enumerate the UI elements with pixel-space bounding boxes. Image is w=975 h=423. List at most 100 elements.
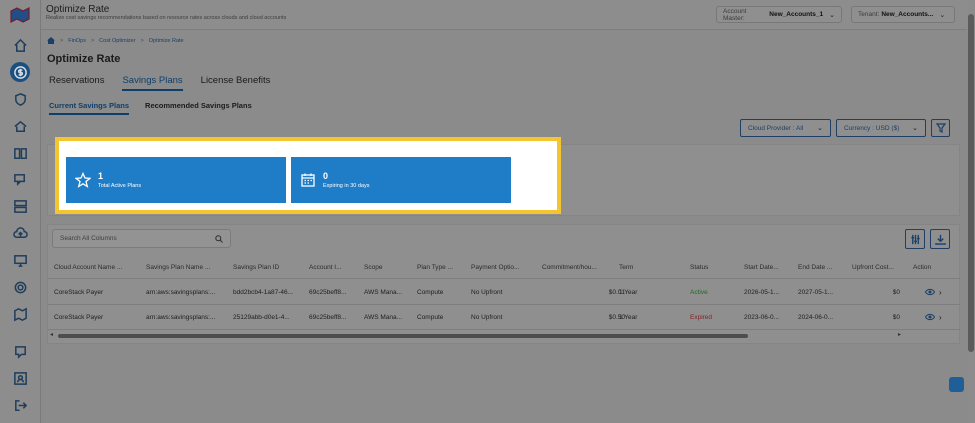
vertical-scrollbar[interactable] [967,0,975,423]
cloud-house-icon[interactable] [11,117,29,135]
cell-start-date: 2026-05-1... [744,289,780,296]
col-action: Action [913,264,932,271]
sidebar [0,0,41,423]
map-icon[interactable] [11,305,29,323]
home-icon[interactable] [11,36,29,54]
cell-savings-plan-name: arn:aws:savingsplans:... [146,289,216,296]
shield-icon[interactable] [11,90,29,108]
tenant-value: New_Accounts... [881,11,934,18]
calendar-icon [300,172,316,188]
column-settings-button[interactable] [905,229,925,249]
cell-account-id: 69c25beff8... [309,314,347,321]
download-button[interactable] [930,229,950,249]
expiring-label: Expiring in 30 days [323,183,370,189]
expiring-card[interactable]: 0 Expiring in 30 days [291,157,511,203]
cell-term: 1 Year [619,314,638,321]
col-account-id[interactable]: Account I... [309,264,342,271]
user-icon[interactable] [11,369,29,387]
cell-status: Expired [690,314,713,321]
chat-icon[interactable] [11,170,29,188]
currency-filter[interactable]: Currency : USD ($) ⌄ [836,119,926,137]
expiring-value: 0 [323,171,329,181]
download-icon [934,234,946,245]
table-header: Cloud Account Name ... Savings Plan Name… [47,257,960,279]
col-term[interactable]: Term [619,264,633,271]
account-master-selector[interactable]: Account Master: New_Accounts_1 ⌄ [716,6,842,23]
message-icon[interactable] [11,342,29,360]
chat-widget-icon[interactable] [949,377,964,392]
subtab-recommended-savings-plans[interactable]: Recommended Savings Plans [145,101,252,115]
total-active-plans-card[interactable]: 1 Total Active Plans [66,157,286,203]
chevron-right-icon[interactable]: › [939,288,942,297]
cloud-provider-filter[interactable]: Cloud Provider : All ⌄ [740,119,831,137]
tab-reservations[interactable]: Reservations [49,75,104,91]
main-tabs: Reservations Savings Plans License Benef… [49,75,270,91]
horizontal-scroll-thumb[interactable] [58,334,748,338]
chevron-down-icon: ⌄ [912,125,918,132]
account-master-label: Account Master: [723,7,747,22]
subtab-current-savings-plans[interactable]: Current Savings Plans [49,101,130,115]
cell-scope: AWS Mana... [364,289,403,296]
book-icon[interactable] [11,144,29,162]
cell-plan-type: Compute [417,289,444,296]
tab-savings-plans[interactable]: Savings Plans [122,75,183,91]
table-row[interactable]: CoreStack Payer arn:aws:savingsplans:...… [47,280,960,305]
dollar-icon[interactable] [10,62,30,82]
star-icon [74,171,92,188]
app-logo[interactable] [9,7,31,23]
cell-plan-type: Compute [417,314,444,321]
scroll-right-icon[interactable]: ▸ [898,331,901,338]
chevron-right-icon[interactable]: › [939,313,942,322]
col-start-date[interactable]: Start Date... [744,264,779,271]
tenant-selector[interactable]: Tenant: New_Accounts... ⌄ [851,6,955,23]
account-master-value: New_Accounts_1 [769,11,824,18]
cell-end-date: 2027-05-1... [798,289,834,296]
cell-payment-option: No Upfront [471,314,503,321]
cloud-provider-label: Cloud Provider : All [748,124,804,132]
vertical-scroll-thumb[interactable] [968,14,974,352]
funnel-icon [935,123,946,133]
col-plan-type[interactable]: Plan Type ... [417,264,453,271]
app-title: Optimize Rate [46,4,110,15]
gear-icon[interactable] [11,278,29,296]
search-icon [215,234,223,243]
col-end-date[interactable]: End Date ... [798,264,832,271]
cell-term: 1 Year [619,289,638,296]
app-subtitle: Realize cost savings recommendations bas… [46,15,287,21]
tab-license-benefits[interactable]: License Benefits [201,75,271,91]
eye-icon[interactable] [925,313,935,321]
server-icon[interactable] [11,197,29,215]
breadcrumb-optimize-rate[interactable]: Optimize Rate [149,38,184,44]
search-input[interactable]: Search All Columns [52,229,231,248]
breadcrumb-finops[interactable]: FinOps [68,38,86,44]
cell-status: Active [690,289,708,296]
eye-icon[interactable] [925,288,935,296]
breadcrumb-cost-optimizer[interactable]: Cost Optimizer [99,38,135,44]
home-icon[interactable] [47,37,55,44]
col-commitment[interactable]: Commitment/hou... [542,264,597,271]
col-status[interactable]: Status [690,264,708,271]
chevron-down-icon: ⌄ [817,125,823,132]
cell-account-id: 69c25beff8... [309,289,347,296]
filter-button[interactable] [931,119,950,137]
chevron-down-icon: ⌄ [939,11,946,19]
col-savings-plan-id[interactable]: Savings Plan ID [233,264,279,271]
logout-icon[interactable] [11,396,29,414]
col-scope[interactable]: Scope [364,264,382,271]
cell-savings-plan-name: arn:aws:savingsplans:... [146,314,216,321]
cloud-upload-icon[interactable] [11,224,29,242]
col-savings-plan-name[interactable]: Savings Plan Name ... [146,264,210,271]
table-row[interactable]: CoreStack Payer arn:aws:savingsplans:...… [47,305,960,330]
cell-scope: AWS Mana... [364,314,403,321]
breadcrumb: > FinOps > Cost Optimizer > Optimize Rat… [47,37,184,44]
col-cloud-account[interactable]: Cloud Account Name ... [54,264,122,271]
monitor-icon[interactable] [11,251,29,269]
cell-savings-plan-id: 25129abb-d0e1-4... [233,314,290,321]
cell-cloud-account: CoreStack Payer [54,289,104,296]
cell-cloud-account: CoreStack Payer [54,314,104,321]
col-upfront-cost[interactable]: Upfront Cost... [852,264,894,271]
scroll-left-icon[interactable]: ◂ [50,331,53,338]
col-payment-option[interactable]: Payment Optio... [471,264,519,271]
top-bar: Optimize Rate Realize cost savings recom… [41,0,967,30]
horizontal-scrollbar[interactable]: ◂ ▸ [50,331,905,338]
